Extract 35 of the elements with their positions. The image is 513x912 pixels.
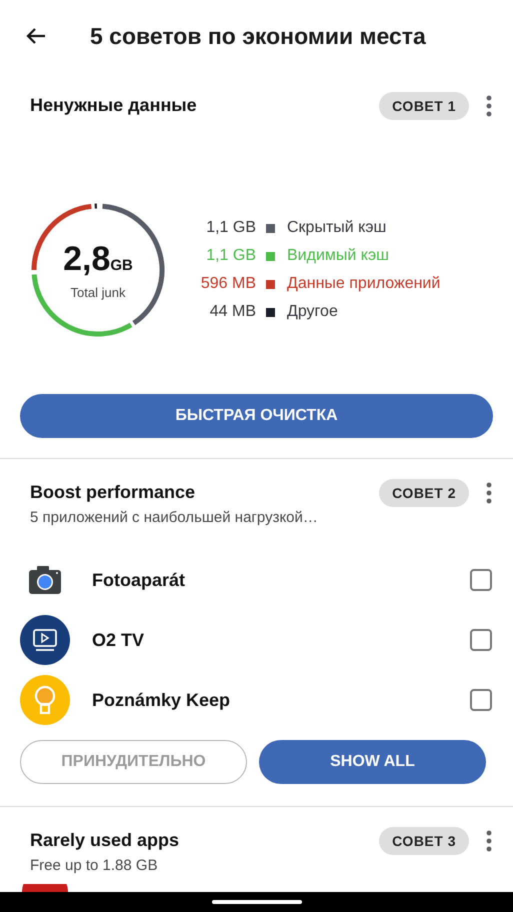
legend-label: Скрытый кэш [287,219,386,237]
legend-label: Видимый кэш [287,247,389,265]
total-size: 2,8 [63,240,110,279]
legend-size: 1,1 GB [205,247,256,265]
app-checkbox[interactable] [470,689,492,711]
show-all-button[interactable]: SHOW ALL [259,740,486,784]
total-label: Total junk [70,285,126,300]
legend-label: Другое [287,303,338,321]
tip-badge: СОВЕТ 3 [379,827,469,855]
tip-badge: СОВЕТ 2 [379,479,469,507]
quick-clean-button[interactable]: БЫСТРАЯ ОЧИСТКА [20,394,493,438]
home-handle[interactable] [212,900,302,904]
app-name: Fotoaparát [92,570,186,590]
more-icon[interactable] [485,829,493,853]
app-icon [22,884,68,892]
section-title: Rarely used apps [30,829,180,852]
more-icon[interactable] [485,94,493,118]
screen-title: 5 советов по экономии места [90,22,426,50]
section-title: Boost performance [30,481,196,504]
section-subtitle: 5 приложений с наибольшей нагрузкой… [30,509,319,526]
size-unit: GB [110,257,133,274]
more-icon[interactable] [485,481,493,505]
app-checkbox[interactable] [470,629,492,651]
legend-size: 596 MB [200,275,256,293]
app-checkbox[interactable] [470,569,492,591]
lightbulb-icon [20,675,70,725]
screen-icon [20,615,70,665]
section-subtitle: Free up to 1.88 GB [30,857,159,874]
legend-label: Данные приложений [287,275,440,293]
legend-size: 1,1 GB [205,219,256,237]
app-name: Poznámky Keep [92,690,232,710]
legend-size: 44 MB [208,303,256,321]
app-name: O2 TV [92,630,146,650]
tip-badge: СОВЕТ 1 [379,92,469,120]
section-title: Ненужные данные [30,94,198,117]
